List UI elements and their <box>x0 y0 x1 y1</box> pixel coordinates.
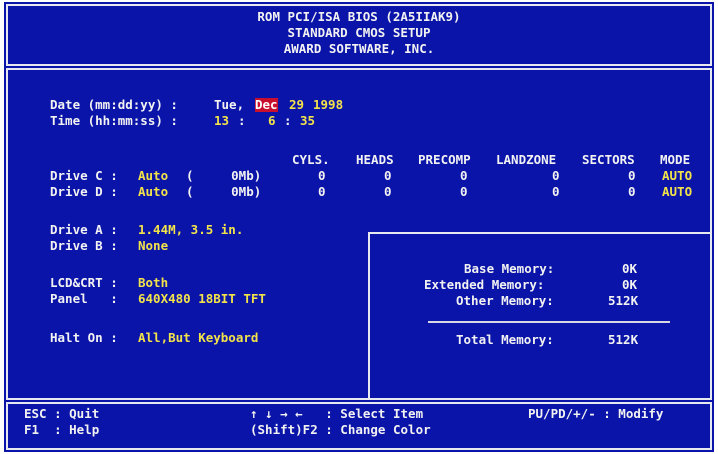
col-header-sectors: SECTORS <box>582 152 635 167</box>
extended-memory-value: 0K <box>622 277 638 292</box>
date-weekday: Tue, <box>214 97 245 112</box>
drive-c-size: ( 0Mb) <box>186 168 262 183</box>
drive-c-heads: 0 <box>384 168 392 183</box>
drive-c-sectors: 0 <box>628 168 636 183</box>
col-header-cyls: CYLS. <box>292 152 330 167</box>
halt-on-field[interactable]: All,But Keyboard <box>138 331 258 345</box>
help-change-color: (Shift)F2 : Change Color <box>250 422 431 437</box>
drive-d-landzone: 0 <box>552 184 560 199</box>
help-select-item: ↑ ↓ → ← : Select Item <box>250 406 424 421</box>
page-title: STANDARD CMOS SETUP <box>287 25 431 40</box>
col-header-heads: HEADS <box>356 152 394 167</box>
time-second-field[interactable]: 35 <box>300 114 315 128</box>
drive-d-size: ( 0Mb) <box>186 184 262 199</box>
date-day-field[interactable]: 29 <box>289 98 304 112</box>
time-minute-field[interactable]: 6 <box>268 114 276 128</box>
screen: ROM PCI/ISA BIOS (2A5IIAK9) STANDARD CMO… <box>0 0 718 454</box>
drive-d-mode: AUTO <box>662 184 693 199</box>
panel-field[interactable]: 640X480 18BIT TFT <box>138 292 266 306</box>
help-help: F1 : Help <box>24 422 100 437</box>
vendor-name: AWARD SOFTWARE, INC. <box>283 41 435 56</box>
lcd-crt-field[interactable]: Both <box>138 276 168 290</box>
drive-c-mode: AUTO <box>662 168 693 183</box>
col-header-precomp: PRECOMP <box>418 152 471 167</box>
extended-memory-label: Extended Memory: <box>424 277 545 292</box>
memory-divider <box>428 321 670 323</box>
drive-c-landzone: 0 <box>552 168 560 183</box>
drive-d-sectors: 0 <box>628 184 636 199</box>
drive-d-type-field[interactable]: Auto <box>138 185 168 199</box>
bios-setup-window: ROM PCI/ISA BIOS (2A5IIAK9) STANDARD CMO… <box>4 2 714 452</box>
memory-box <box>368 232 712 400</box>
col-header-landzone: LANDZONE <box>496 152 557 167</box>
time-separator: : <box>238 113 246 128</box>
total-memory-label: Total Memory: <box>456 332 554 347</box>
drive-c-label: Drive C : <box>50 168 118 183</box>
help-modify: PU/PD/+/- : Modify <box>528 406 664 421</box>
time-hour-field[interactable]: 13 <box>214 114 229 128</box>
other-memory-label: Other Memory: <box>456 293 554 308</box>
other-memory-value: 512K <box>608 293 639 308</box>
drive-c-precomp: 0 <box>460 168 468 183</box>
drive-d-precomp: 0 <box>460 184 468 199</box>
time-separator: : <box>284 113 292 128</box>
drive-d-heads: 0 <box>384 184 392 199</box>
help-quit: ESC : Quit <box>24 406 100 421</box>
drive-d-label: Drive D : <box>50 184 118 199</box>
bios-title: ROM PCI/ISA BIOS (2A5IIAK9) <box>257 9 461 24</box>
base-memory-label: Base Memory: <box>464 261 555 276</box>
drive-b-label: Drive B : <box>50 238 118 253</box>
date-month-field[interactable]: Dec <box>255 98 278 112</box>
col-header-mode: MODE <box>660 152 691 167</box>
total-memory-value: 512K <box>608 332 639 347</box>
drive-a-label: Drive A : <box>50 222 118 237</box>
lcd-crt-label: LCD&CRT : <box>50 275 118 290</box>
panel-label: Panel : <box>50 291 118 306</box>
time-label: Time (hh:mm:ss) : <box>50 113 178 128</box>
drive-a-field[interactable]: 1.44M, 3.5 in. <box>138 223 243 237</box>
drive-b-field[interactable]: None <box>138 239 168 253</box>
date-year-field[interactable]: 1998 <box>313 98 343 112</box>
base-memory-value: 0K <box>622 261 638 276</box>
drive-d-cyls: 0 <box>318 184 326 199</box>
halt-on-label: Halt On : <box>50 330 118 345</box>
drive-c-cyls: 0 <box>318 168 326 183</box>
drive-c-type-field[interactable]: Auto <box>138 169 168 183</box>
date-label: Date (mm:dd:yy) : <box>50 97 178 112</box>
